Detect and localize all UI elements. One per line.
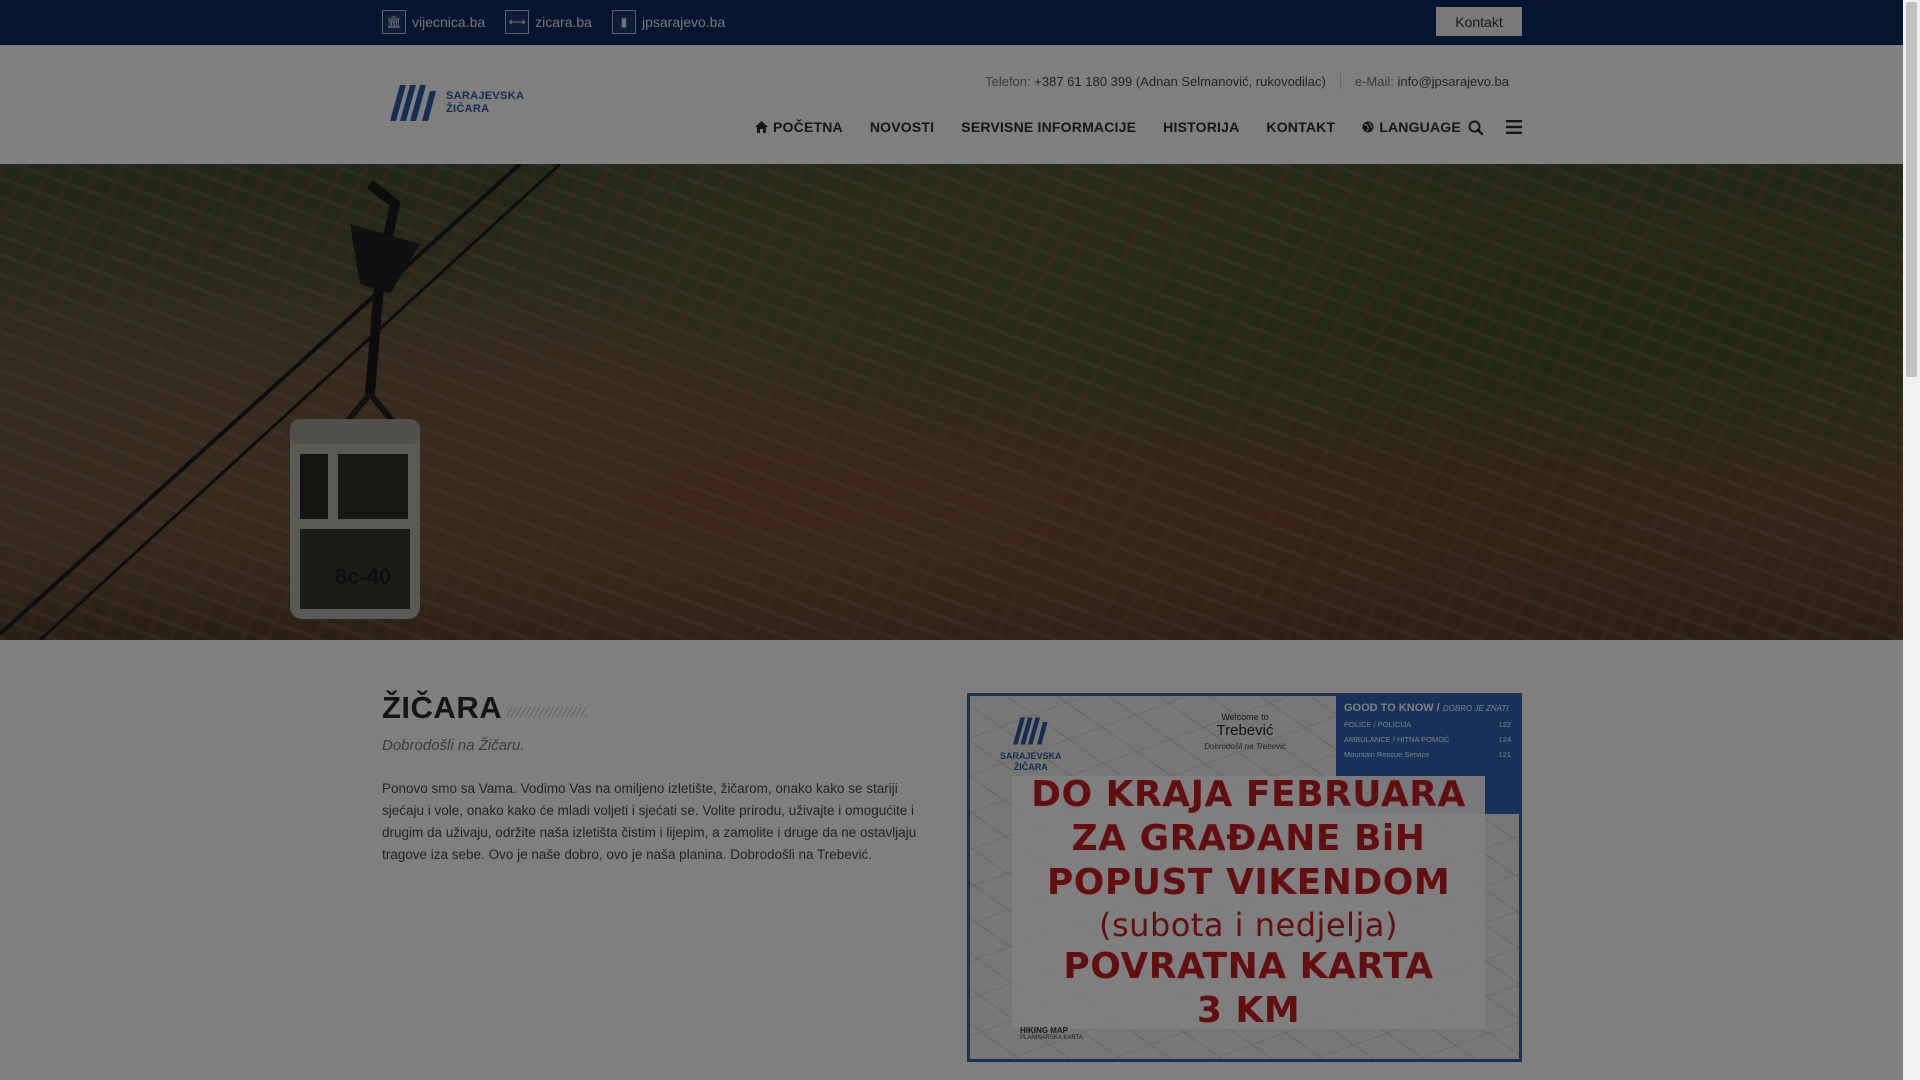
promo-line: (subota i nedjelja): [1099, 905, 1398, 944]
nav-label: LANGUAGE: [1379, 119, 1461, 135]
hamburger-menu-icon[interactable]: [1506, 120, 1522, 134]
welcome-to: Welcome to: [1221, 712, 1269, 722]
nav-label: KONTAKT: [1266, 119, 1336, 135]
phone-info: Telefon: +387 61 180 399 (Adnan Selmanov…: [985, 74, 1326, 89]
good-to-know-title: GOOD TO KNOW / DOBRO JE ZNATI: [1344, 702, 1511, 714]
page-icon: ▮: [611, 10, 636, 34]
top-bar: 🏛 vijecnica.ba ⟷ zicara.ba ▮ jpsarajevo.…: [0, 0, 1903, 45]
service-number: 122: [1498, 720, 1511, 729]
site-logo[interactable]: SARAJEVSKA ŽIČARA: [390, 83, 524, 123]
email-value[interactable]: info@jpsarajevo.ba: [1398, 74, 1509, 89]
main-content: ŽIČARA Dobrodošli na Žičaru. Ponovo smo …: [0, 640, 1903, 1080]
intro-paragraph: Ponovo smo sa Vama. Vodimo Vas na omilje…: [382, 781, 917, 862]
link-zicara[interactable]: ⟷ zicara.ba: [505, 10, 592, 34]
contact-info: Telefon: +387 61 180 399 (Adnan Selmanov…: [985, 73, 1509, 89]
nav-label: NOVOSTI: [869, 119, 935, 135]
link-jpsarajevo[interactable]: ▮ jpsarajevo.ba: [611, 10, 726, 34]
gtk-local: DOBRO JE ZNATI: [1442, 704, 1509, 713]
nav-servisne-informacije[interactable]: SERVISNE INFORMACIJE: [961, 119, 1136, 135]
promo-line: DO KRAJA FEBRUARA: [1031, 773, 1466, 815]
cable-icon: ⟷: [505, 10, 530, 34]
partner-links: 🏛 vijecnica.ba ⟷ zicara.ba ▮ jpsarajevo.…: [382, 10, 725, 34]
home-icon: [755, 121, 768, 133]
place-name: Trebević: [1216, 722, 1274, 739]
nav-novosti[interactable]: NOVOSTI: [870, 119, 934, 135]
service-row: Mountain Rescue Service 121: [1344, 750, 1511, 759]
nav-pocetna[interactable]: POČETNA: [755, 119, 843, 135]
service-name: POLICE /: [1344, 720, 1376, 729]
service-number: 121: [1498, 750, 1511, 759]
service-local: HITNA POMOĆ: [1396, 735, 1450, 744]
hiking-map-local: PLANINARSKA KARTA: [1020, 1035, 1083, 1041]
promo-message: DO KRAJA FEBRUARA ZA GRAĐANE BiH POPUST …: [1012, 773, 1485, 1031]
service-row: AMBULANCE / HITNA POMOĆ 124: [1344, 735, 1511, 744]
promo-line: 3 KM: [1196, 989, 1301, 1031]
service-name: AMBULANCE /: [1344, 735, 1395, 744]
promo-line: POVRATNA KARTA: [1063, 945, 1434, 987]
promo-logo-line1: SARAJEVSKA: [1000, 751, 1062, 761]
nav-language[interactable]: LANGUAGE: [1362, 119, 1461, 135]
link-vijecnica[interactable]: 🏛 vijecnica.ba: [382, 10, 485, 34]
hero-shade: [0, 164, 1903, 640]
link-label: zicara.ba: [535, 14, 592, 30]
phone-label: Telefon:: [985, 73, 1031, 89]
promo-line: POPUST VIKENDOM: [1046, 861, 1451, 903]
nav-label: POČETNA: [773, 119, 843, 135]
nav-historija[interactable]: HISTORIJA: [1163, 119, 1239, 135]
hiking-map-label: HIKING MAP PLANINARSKA KARTA: [1020, 1026, 1083, 1041]
hiking-map: HIKING MAP: [1020, 1026, 1068, 1035]
site-header: SARAJEVSKA ŽIČARA Telefon: +387 61 180 3…: [0, 45, 1903, 164]
service-number: 124: [1498, 735, 1511, 744]
globe-icon: [1362, 121, 1374, 133]
service-row: POLICE / POLICIJA 122: [1344, 720, 1511, 729]
scrollbar-thumb[interactable]: [1906, 2, 1917, 377]
hero-banner: 8c-40: [0, 164, 1903, 640]
logo-line2: ŽIČARA: [446, 103, 490, 115]
email-label: e-Mail:: [1354, 73, 1394, 89]
welcome-local: Dobrodošli na Trebević: [1204, 742, 1286, 751]
page-title: ŽIČARA: [382, 690, 503, 725]
phone-value[interactable]: +387 61 180 399 (Adnan Selmanović, rukov…: [1034, 74, 1326, 89]
logo-line1: SARAJEVSKA: [446, 90, 525, 102]
search-icon[interactable]: [1467, 119, 1485, 137]
email-info: e-Mail: info@jpsarajevo.ba: [1355, 74, 1509, 89]
promo-banner[interactable]: SARAJEVSKA ŽIČARA Welcome to Trebević Do…: [967, 693, 1522, 1062]
building-icon: 🏛: [382, 10, 406, 34]
logo-mark-icon: [1012, 717, 1048, 745]
promo-logo-line2: ŽIČARA: [1013, 762, 1048, 772]
link-label: jpsarajevo.ba: [641, 14, 726, 30]
service-local: POLICIJA: [1377, 720, 1412, 729]
nav-label: SERVISNE INFORMACIJE: [961, 119, 1137, 135]
nav-label: HISTORIJA: [1163, 119, 1240, 135]
promo-logo: SARAJEVSKA ŽIČARA: [1000, 716, 1062, 773]
link-label: vijecnica.ba: [412, 14, 486, 30]
kontakt-button[interactable]: Kontakt: [1436, 7, 1522, 36]
service-name: Mountain Rescue Service: [1344, 750, 1430, 759]
title-decoration: [507, 707, 587, 717]
main-nav: POČETNA NOVOSTI SERVISNE INFORMACIJE HIS…: [755, 119, 1461, 135]
gtk-en: GOOD TO KNOW /: [1344, 702, 1440, 714]
page-subtitle: Dobrodošli na Žičaru.: [382, 737, 525, 754]
promo-line: ZA GRAĐANE BiH: [1071, 817, 1426, 859]
logo-mark-icon: [390, 85, 436, 121]
welcome-block: Welcome to Trebević Dobrodošli na Trebev…: [1200, 712, 1290, 751]
contact-divider: [1339, 73, 1341, 89]
nav-kontakt[interactable]: KONTAKT: [1266, 119, 1335, 135]
logo-text: SARAJEVSKA ŽIČARA: [446, 90, 524, 116]
